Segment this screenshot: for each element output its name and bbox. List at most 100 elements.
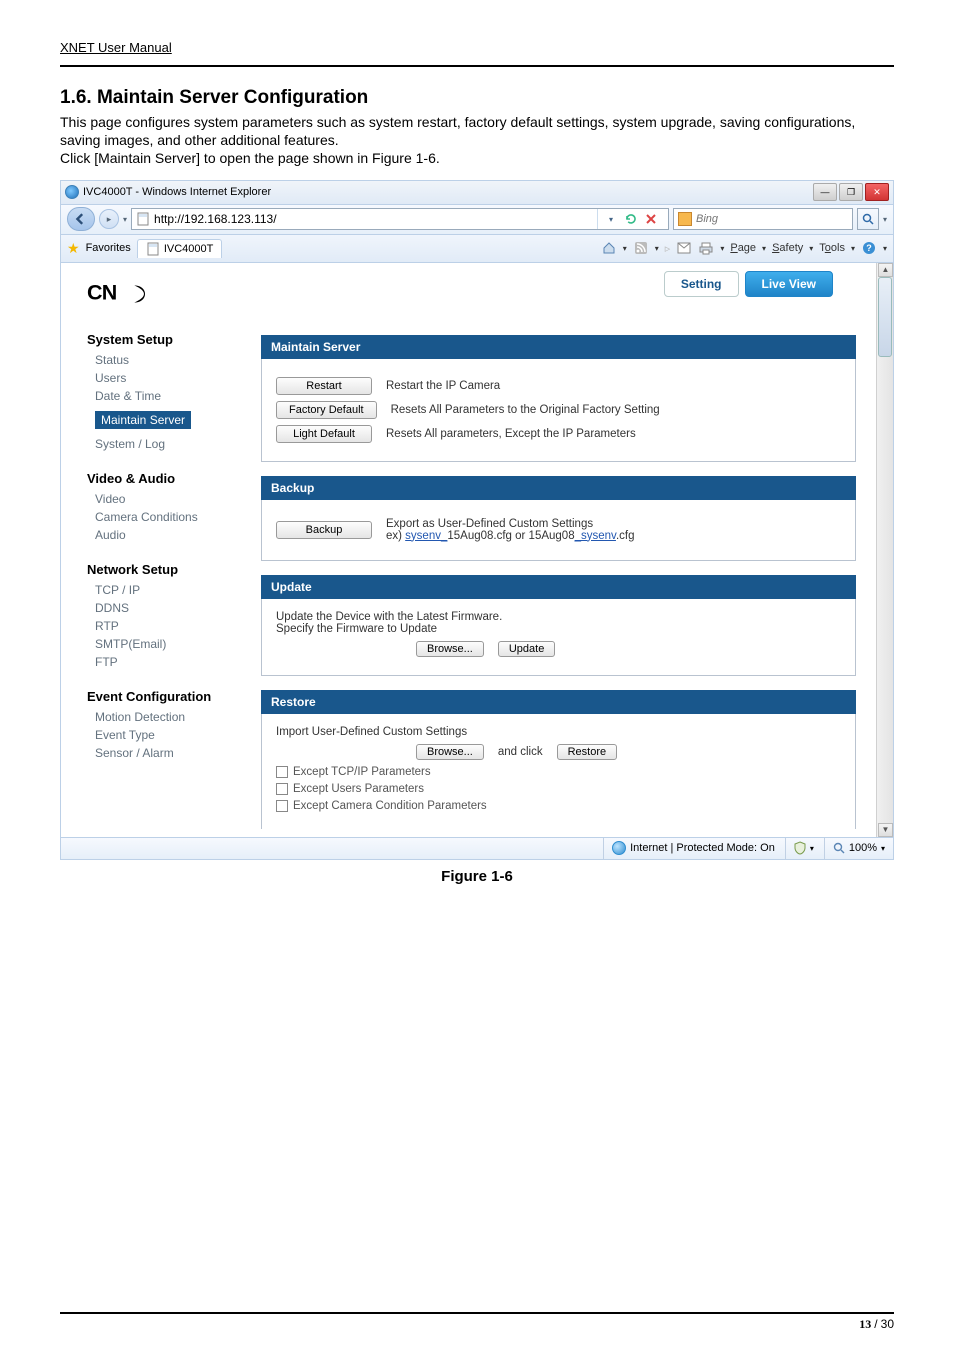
page-tabs: Setting Live View <box>664 271 833 297</box>
maximize-button[interactable]: ❐ <box>839 183 863 201</box>
panel-update-head: Update <box>261 575 856 599</box>
doc-header: XNET User Manual <box>60 40 894 55</box>
restart-label: Restart the IP Camera <box>386 380 500 392</box>
minimize-button[interactable]: — <box>813 183 837 201</box>
page-number: 13 / 30 <box>859 1317 894 1332</box>
search-go-button[interactable] <box>857 208 879 230</box>
home-icon[interactable] <box>601 240 617 256</box>
sidebar-item-maintain-server[interactable]: Maintain Server <box>95 411 191 429</box>
backup-button[interactable]: Backup <box>276 521 372 539</box>
sidebar-item-audio[interactable]: Audio <box>95 528 253 542</box>
navbar: ▸ ▾ ▾ <box>61 205 893 235</box>
scroll-up-icon[interactable]: ▲ <box>878 263 893 277</box>
print-icon[interactable] <box>698 240 714 256</box>
figure-caption: Figure 1-6 <box>60 868 894 885</box>
tab-setting[interactable]: Setting <box>664 271 739 297</box>
panel-restore-head: Restore <box>261 690 856 714</box>
globe-icon <box>612 841 626 855</box>
footer-divider <box>60 1312 894 1314</box>
restart-button[interactable]: Restart <box>276 377 372 395</box>
url-dropdown-icon[interactable]: ▾ <box>602 210 620 228</box>
command-bar: ▾ ▾ ▹ ▾ PPageage▾ Safety▾ Tools▾ ?▾ <box>601 240 887 256</box>
readmail-icon[interactable] <box>676 240 692 256</box>
sidebar-item-users[interactable]: Users <box>95 371 253 385</box>
update-button[interactable]: Update <box>498 641 555 657</box>
restore-button[interactable]: Restore <box>557 744 618 760</box>
panel-maintain-head: Maintain Server <box>261 335 856 359</box>
tab-label: IVC4000T <box>164 243 214 255</box>
page-content: Setting Live View CN System Setup Status… <box>61 263 893 837</box>
sidebar-item-ddns[interactable]: DDNS <box>95 601 253 615</box>
update-desc: Update the Device with the Latest Firmwa… <box>276 611 841 623</box>
feeds-icon[interactable] <box>633 240 649 256</box>
panel-update-body: Update the Device with the Latest Firmwa… <box>261 599 856 676</box>
stop-icon[interactable] <box>642 210 660 228</box>
backup-example-link1[interactable]: sysenv_ <box>405 530 447 542</box>
group-system-setup: System Setup <box>87 332 253 347</box>
help-icon[interactable]: ? <box>861 240 877 256</box>
restore-andclick: and click <box>498 746 543 758</box>
logo: CN <box>87 281 253 310</box>
panel-backup-body: Backup Export as User-Defined Custom Set… <box>261 500 856 561</box>
search-input[interactable] <box>696 213 848 225</box>
update-browse-button[interactable]: Browse... <box>416 641 484 657</box>
status-security[interactable]: ▾ <box>785 838 814 859</box>
recent-dropdown-icon[interactable]: ▾ <box>123 215 127 224</box>
chk-except-tcpip-label: Except TCP/IP Parameters <box>293 766 431 778</box>
page-icon <box>136 212 150 226</box>
tab-current[interactable]: IVC4000T <box>137 239 223 258</box>
favorites-star-icon[interactable]: ★ <box>67 240 80 257</box>
panel-maintain-body: Restart Restart the IP Camera Factory De… <box>261 359 856 462</box>
backup-example-link2[interactable]: _sysenv <box>575 530 616 542</box>
status-zoom[interactable]: 100% ▾ <box>824 838 885 859</box>
sidebar-item-ftp[interactable]: FTP <box>95 655 253 669</box>
sidebar-item-rtp[interactable]: RTP <box>95 619 253 633</box>
sidebar-item-motion[interactable]: Motion Detection <box>95 710 253 724</box>
close-button[interactable]: ✕ <box>865 183 889 201</box>
cmd-tools[interactable]: Tools <box>819 242 845 254</box>
sidebar: CN System Setup Status Users Date & Time… <box>61 263 261 837</box>
sidebar-item-datetime[interactable]: Date & Time <box>95 389 253 403</box>
factory-default-button[interactable]: Factory Default <box>276 401 377 419</box>
chk-except-camera[interactable] <box>276 800 288 812</box>
address-bar[interactable]: ▾ <box>131 208 669 230</box>
header-divider <box>60 65 894 67</box>
update-specify: Specify the Firmware to Update <box>276 623 841 635</box>
light-default-label: Resets All parameters, Except the IP Par… <box>386 428 636 440</box>
svg-text:?: ? <box>866 243 872 253</box>
group-video-audio: Video & Audio <box>87 471 253 486</box>
vertical-scrollbar[interactable]: ▲ ▼ <box>876 263 893 837</box>
sidebar-item-camera-conditions[interactable]: Camera Conditions <box>95 510 253 524</box>
chk-except-tcpip[interactable] <box>276 766 288 778</box>
panel-restore-body: Import User-Defined Custom Settings Brow… <box>261 714 856 829</box>
window-title: IVC4000T - Windows Internet Explorer <box>83 186 271 198</box>
sidebar-item-tcpip[interactable]: TCP / IP <box>95 583 253 597</box>
restore-browse-button[interactable]: Browse... <box>416 744 484 760</box>
chk-except-camera-label: Except Camera Condition Parameters <box>293 800 487 812</box>
section-description: This page configures system parameters s… <box>60 113 894 168</box>
sidebar-item-system-log[interactable]: System / Log <box>95 437 253 451</box>
zoom-icon <box>833 842 845 854</box>
search-box[interactable] <box>673 208 853 230</box>
url-input[interactable] <box>154 212 593 226</box>
sidebar-item-status[interactable]: Status <box>95 353 253 367</box>
refresh-icon[interactable] <box>622 210 640 228</box>
restore-desc: Import User-Defined Custom Settings <box>276 726 841 738</box>
sidebar-item-smtp[interactable]: SMTP(Email) <box>95 637 253 651</box>
scroll-down-icon[interactable]: ▼ <box>878 823 893 837</box>
backup-label: Export as User-Defined Custom Settings e… <box>386 518 635 542</box>
favorites-label[interactable]: Favorites <box>86 242 131 254</box>
sidebar-item-video[interactable]: Video <box>95 492 253 506</box>
chk-except-users[interactable] <box>276 783 288 795</box>
forward-button[interactable]: ▸ <box>99 209 119 229</box>
scroll-thumb[interactable] <box>878 277 892 357</box>
back-button[interactable] <box>67 207 95 231</box>
titlebar: IVC4000T - Windows Internet Explorer — ❐… <box>61 181 893 205</box>
sidebar-item-event-type[interactable]: Event Type <box>95 728 253 742</box>
search-dropdown-icon[interactable]: ▾ <box>883 215 887 224</box>
light-default-button[interactable]: Light Default <box>276 425 372 443</box>
tab-live-view[interactable]: Live View <box>745 271 833 297</box>
sidebar-item-sensor-alarm[interactable]: Sensor / Alarm <box>95 746 253 760</box>
cmd-safety[interactable]: Safety <box>772 242 803 254</box>
cmd-page[interactable]: PPageage <box>730 242 756 254</box>
